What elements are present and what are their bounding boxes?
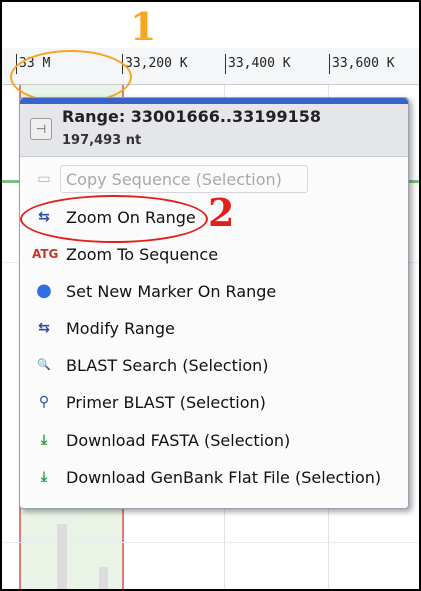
- menu-item-download-genbank[interactable]: ⤓ Download GenBank Flat File (Selection): [30, 462, 400, 492]
- menu-item-blast-search[interactable]: 🔍 BLAST Search (Selection): [30, 350, 400, 380]
- annotation-ellipse-orange: [10, 50, 132, 104]
- download-icon: ⤓: [40, 432, 48, 448]
- annotation-number-2: 2: [208, 190, 235, 235]
- menu-item-primer-blast[interactable]: ⚲ Primer BLAST (Selection): [30, 387, 400, 417]
- menu-item-label: Modify Range: [66, 319, 175, 338]
- menu-item-label: Download FASTA (Selection): [66, 431, 291, 450]
- marker-pin-icon: ●: [36, 280, 52, 301]
- graph-bar: [57, 524, 67, 589]
- primer-blast-icon: ⚲: [38, 394, 50, 410]
- ruler-tick: 33,200 K: [122, 54, 188, 74]
- ruler-tick: 33,400 K: [225, 54, 291, 74]
- modify-range-icon: ⇆: [38, 320, 50, 336]
- download-icon: ⤓: [40, 469, 48, 485]
- menu-item-label: Primer BLAST (Selection): [66, 393, 266, 412]
- menu-item-set-new-marker[interactable]: ● Set New Marker On Range: [30, 276, 400, 306]
- menu-item-zoom-to-sequence[interactable]: ATG Zoom To Sequence: [30, 239, 400, 269]
- menu-item-download-fasta[interactable]: ⤓ Download FASTA (Selection): [30, 425, 400, 455]
- menu-item-label: Zoom To Sequence: [66, 245, 219, 264]
- menu-item-modify-range[interactable]: ⇆ Modify Range: [30, 313, 400, 343]
- menu-item-label: Copy Sequence (Selection): [66, 170, 282, 189]
- track-line: [2, 180, 19, 183]
- annotation-number-1: 1: [130, 4, 157, 49]
- zoom-sequence-icon: ATG: [32, 247, 59, 261]
- copy-icon: ▭: [37, 171, 51, 187]
- pin-icon[interactable]: ⊣: [30, 118, 52, 140]
- range-length: 197,493 nt: [62, 133, 142, 148]
- annotation-ellipse-red: [20, 195, 208, 243]
- menu-item-label: Download GenBank Flat File (Selection): [66, 468, 382, 487]
- menu-item-label: BLAST Search (Selection): [66, 356, 269, 375]
- ruler-tick: 33,600 K: [329, 54, 395, 74]
- screenshot-frame: 33 M 33,200 K 33,400 K 33,600 K 1 ⊣ Rang…: [0, 0, 421, 591]
- blast-icon: 🔍: [37, 358, 51, 371]
- range-label: Range: 33001666..33199158: [62, 107, 322, 126]
- graph-bar: [99, 567, 108, 589]
- menu-item-label: Set New Marker On Range: [66, 282, 277, 301]
- menu-range-header: ⊣ Range: 33001666..33199158 197,493 nt: [20, 104, 408, 157]
- range-context-menu: ⊣ Range: 33001666..33199158 197,493 nt ▭…: [19, 97, 409, 509]
